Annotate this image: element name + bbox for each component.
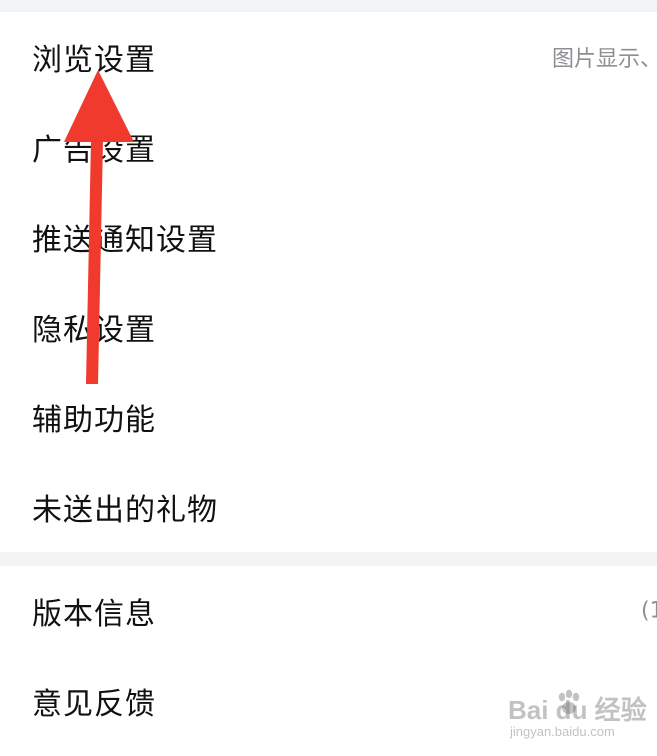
settings-item-browse-label: 浏览设置 xyxy=(32,43,156,78)
settings-item-push-notifications[interactable]: 推送通知设置 xyxy=(0,192,657,282)
settings-item-ads-label: 广告设置 xyxy=(32,133,156,168)
settings-item-version-value: (1 xyxy=(641,598,657,624)
settings-item-browse[interactable]: 浏览设置 图片显示、 xyxy=(0,12,657,102)
settings-item-version[interactable]: 版本信息 (1 xyxy=(0,566,657,656)
settings-item-version-label: 版本信息 xyxy=(32,597,156,632)
settings-item-accessibility-label: 辅助功能 xyxy=(32,403,156,438)
settings-item-accessibility[interactable]: 辅助功能 xyxy=(0,372,657,462)
baidu-jingyan-watermark: Bai du 经验 jingyan.baidu.com xyxy=(508,689,648,746)
settings-item-unsent-gifts[interactable]: 未送出的礼物 xyxy=(0,462,657,552)
watermark-domain: jingyan.baidu.com xyxy=(510,724,615,739)
settings-item-browse-value: 图片显示、 xyxy=(552,47,657,72)
settings-item-privacy-label: 隐私设置 xyxy=(32,313,156,348)
settings-group-main: 浏览设置 图片显示、 广告设置 推送通知设置 隐私设置 辅助功能 未送出的礼物 xyxy=(0,12,657,552)
settings-screen: 浏览设置 图片显示、 广告设置 推送通知设置 隐私设置 辅助功能 未送出的礼物 … xyxy=(0,0,657,756)
settings-item-privacy[interactable]: 隐私设置 xyxy=(0,282,657,372)
settings-item-feedback-label: 意见反馈 xyxy=(32,687,156,722)
settings-item-ads[interactable]: 广告设置 xyxy=(0,102,657,192)
settings-item-unsent-gifts-label: 未送出的礼物 xyxy=(32,493,218,528)
paw-icon xyxy=(558,689,580,714)
settings-item-push-notifications-label: 推送通知设置 xyxy=(32,223,218,258)
